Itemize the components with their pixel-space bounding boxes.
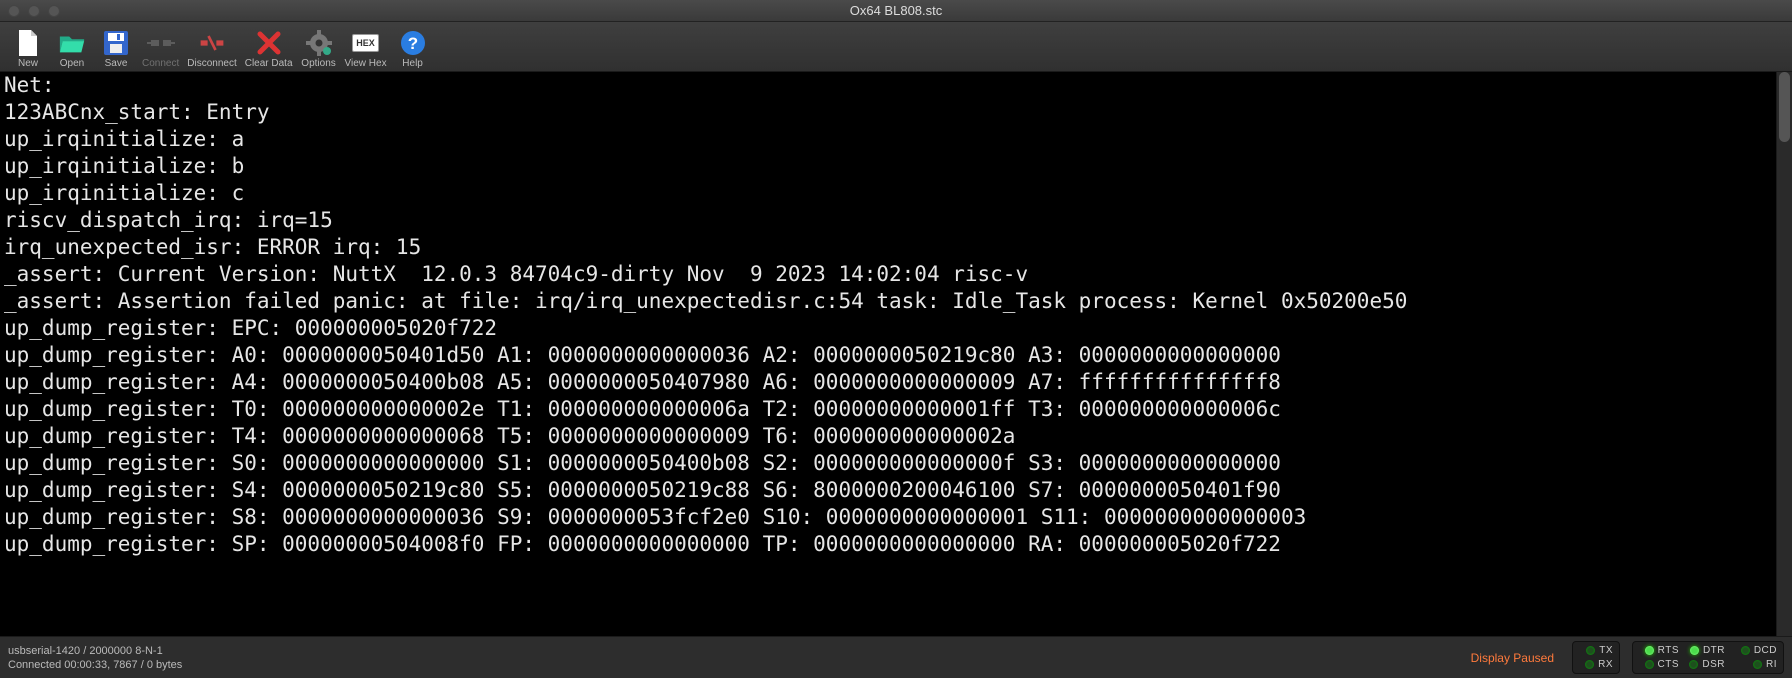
connect-label: Connect xyxy=(142,58,179,69)
led-group-txrx: TX RX xyxy=(1572,641,1620,674)
led-rts[interactable]: RTS xyxy=(1639,645,1679,656)
hex-text: HEX xyxy=(352,34,379,52)
save-button[interactable]: Save xyxy=(94,23,138,69)
minimize-window-button[interactable] xyxy=(28,5,40,17)
led-dot-dcd xyxy=(1741,646,1750,655)
led-dot-cts xyxy=(1645,660,1654,669)
scrollbar-thumb[interactable] xyxy=(1779,72,1790,142)
statusbar: usbserial-1420 / 2000000 8-N-1 Connected… xyxy=(0,636,1792,678)
led-dot-ri xyxy=(1753,660,1762,669)
terminal-output[interactable]: Net: 123ABCnx_start: Entry up_irqinitial… xyxy=(0,72,1776,636)
help-button[interactable]: ? Help xyxy=(391,23,435,69)
options-label: Options xyxy=(301,58,335,69)
open-button[interactable]: Open xyxy=(50,23,94,69)
clear-x-icon xyxy=(255,29,283,57)
status-conn-line: Connected 00:00:33, 7867 / 0 bytes xyxy=(8,658,182,672)
led-dot-dsr xyxy=(1689,660,1698,669)
save-label: Save xyxy=(105,58,128,69)
window-title: Ox64 BL808.stc xyxy=(0,3,1792,18)
file-new-icon xyxy=(14,29,42,57)
led-label-rts: RTS xyxy=(1658,645,1679,656)
led-ri: RI xyxy=(1731,659,1777,670)
clear-data-label: Clear Data xyxy=(245,58,293,69)
view-hex-button[interactable]: HEX View Hex xyxy=(341,23,391,69)
clear-data-button[interactable]: Clear Data xyxy=(241,23,297,69)
titlebar: Ox64 BL808.stc xyxy=(0,0,1792,22)
led-label-dcd: DCD xyxy=(1754,645,1777,656)
gear-icon xyxy=(305,29,333,57)
plug-connect-icon xyxy=(147,29,175,57)
led-label-dtr: DTR xyxy=(1703,645,1725,656)
led-dot-rx xyxy=(1585,660,1594,669)
disconnect-button[interactable]: Disconnect xyxy=(183,23,240,69)
folder-open-icon xyxy=(58,29,86,57)
plug-disconnect-icon xyxy=(198,29,226,57)
led-label-dsr: DSR xyxy=(1702,659,1725,670)
scrollbar[interactable] xyxy=(1776,72,1792,636)
status-port-line: usbserial-1420 / 2000000 8-N-1 xyxy=(8,644,182,658)
led-dsr: DSR xyxy=(1685,659,1725,670)
terminal-area: Net: 123ABCnx_start: Entry up_irqinitial… xyxy=(0,72,1792,636)
led-label-cts: CTS xyxy=(1658,659,1680,670)
toolbar: New Open Save xyxy=(0,22,1792,72)
close-window-button[interactable] xyxy=(8,5,20,17)
hex-badge-icon: HEX xyxy=(352,29,380,57)
open-label: Open xyxy=(60,58,84,69)
status-connection-info: usbserial-1420 / 2000000 8-N-1 Connected… xyxy=(8,644,182,672)
led-tx: TX xyxy=(1579,645,1613,656)
help-icon: ? xyxy=(399,29,427,57)
display-paused-label: Display Paused xyxy=(1471,651,1554,665)
led-cts: CTS xyxy=(1639,659,1679,670)
led-label-rx: RX xyxy=(1598,659,1613,670)
led-label-ri: RI xyxy=(1766,659,1777,670)
led-dcd: DCD xyxy=(1731,645,1777,656)
led-dot-rts xyxy=(1645,646,1654,655)
window-controls xyxy=(0,5,60,17)
new-button[interactable]: New xyxy=(6,23,50,69)
new-label: New xyxy=(18,58,38,69)
led-dtr[interactable]: DTR xyxy=(1685,645,1725,656)
floppy-save-icon xyxy=(102,29,130,57)
help-label: Help xyxy=(402,58,423,69)
disconnect-label: Disconnect xyxy=(187,58,236,69)
led-dot-tx xyxy=(1586,646,1595,655)
led-group-signals: RTS DTR DCD CTS DSR RI xyxy=(1632,641,1784,674)
svg-text:?: ? xyxy=(407,34,417,53)
led-dot-dtr xyxy=(1690,646,1699,655)
zoom-window-button[interactable] xyxy=(48,5,60,17)
led-label-tx: TX xyxy=(1599,645,1613,656)
led-rx: RX xyxy=(1579,659,1613,670)
options-button[interactable]: Options xyxy=(297,23,341,69)
connect-button[interactable]: Connect xyxy=(138,23,183,69)
view-hex-label: View Hex xyxy=(345,58,387,69)
